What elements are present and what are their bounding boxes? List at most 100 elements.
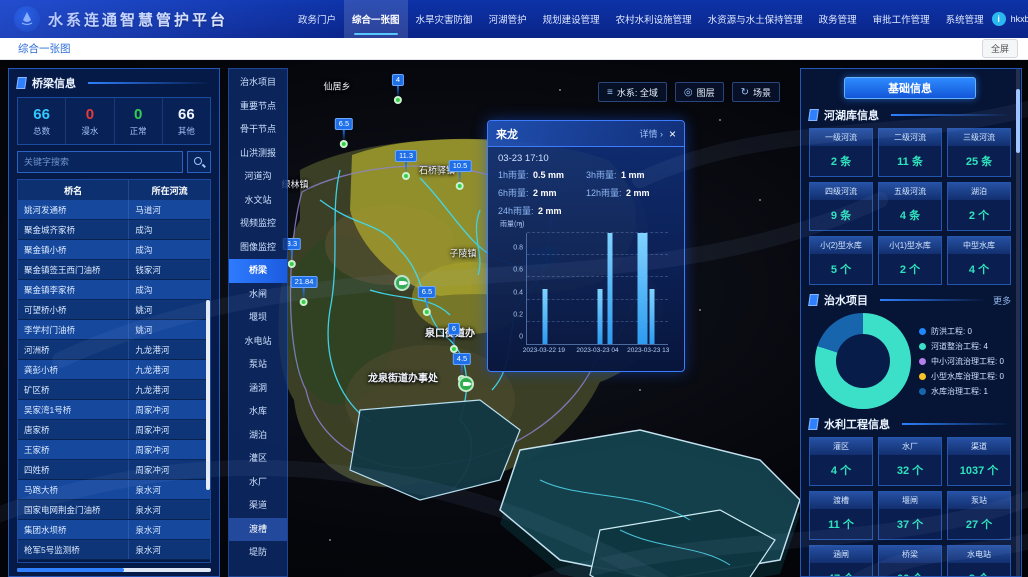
marker-pin-icon [402, 172, 410, 180]
camera-marker-icon[interactable] [458, 376, 474, 392]
cell-river-name: 九龙港河 [129, 360, 210, 379]
map-marker[interactable]: 11.3 [395, 150, 417, 180]
legend-item: 小型水库治理工程: 0 [919, 371, 1004, 382]
layer-item-11[interactable]: 堰坝 [229, 306, 287, 330]
table-row[interactable]: 吴家湾1号桥周家冲河 [18, 400, 210, 420]
nav-item-9[interactable]: 审批工作管理 [865, 0, 938, 38]
layer-item-20[interactable]: 渡槽 [229, 518, 287, 542]
nav-item-7[interactable]: 水资源与水土保持管理 [700, 0, 811, 38]
table-scrollbar[interactable] [206, 300, 210, 490]
layer-item-16[interactable]: 湖泊 [229, 424, 287, 448]
nav-item-8[interactable]: 政务管理 [811, 0, 865, 38]
stat-value: 0 [134, 106, 142, 123]
legend-dot-icon [919, 328, 926, 335]
nav-item-6[interactable]: 农村水利设施管理 [608, 0, 700, 38]
card-label: 中型水库 [948, 237, 1010, 254]
map-marker[interactable]: 6 [448, 323, 460, 353]
app-root: 水系连通智慧管护平台 政务门户综合一张图水旱灾害防御河湖管护规划建设管理农村水利… [0, 0, 1028, 577]
card-label: 堰闸 [879, 492, 941, 509]
layer-item-3[interactable]: 骨干节点 [229, 118, 287, 142]
nav-item-3[interactable]: 水旱灾害防御 [408, 0, 481, 38]
cell-bridge-name: 矿区桥 [18, 380, 129, 399]
table-row[interactable]: 聚金城齐家桥成沟 [18, 220, 210, 240]
table-row[interactable]: 枪军5号监测桥泉水河 [18, 540, 210, 560]
col-river-name: 所在河流 [129, 180, 210, 200]
nav-item-10[interactable]: 系统管理 [938, 0, 992, 38]
nav-item-2[interactable]: 综合一张图 [344, 0, 408, 38]
info-card: 堰闸37 个 [878, 491, 942, 540]
table-row[interactable]: 聚金镇李家桥成沟 [18, 280, 210, 300]
legend-item: 防洪工程: 0 [919, 326, 1004, 337]
cell-bridge-name: 聚金镇签王西门油桥 [18, 260, 129, 279]
layers-button[interactable]: ◎图层 [675, 82, 724, 102]
map-marker[interactable]: 21.84 [291, 276, 318, 306]
table-row[interactable]: 龚彭小桥九龙港河 [18, 360, 210, 380]
info-card: 水电站3 个 [947, 545, 1011, 577]
stat-label: 总数 [33, 125, 50, 137]
table-row[interactable]: 矿区桥九龙港河 [18, 380, 210, 400]
layer-item-2[interactable]: 重要节点 [229, 95, 287, 119]
projects-more-link[interactable]: 更多 [993, 294, 1011, 307]
nav-item-1[interactable]: 政务门户 [290, 0, 344, 38]
map-marker[interactable]: 10.5 [449, 160, 472, 190]
table-row[interactable]: 姚河发通桥马道河 [18, 200, 210, 220]
info-card: 水厂32 个 [878, 437, 942, 486]
layer-item-6[interactable]: 水文站 [229, 189, 287, 213]
section-marker-icon [808, 109, 819, 121]
scene-button[interactable]: ↻场景 [732, 82, 780, 102]
panel-scrollbar[interactable] [1016, 89, 1020, 153]
rain-bar [543, 289, 548, 345]
table-row[interactable]: 可望桥小桥姚河 [18, 300, 210, 320]
table-row[interactable]: 河洲桥九龙港河 [18, 340, 210, 360]
table-row[interactable]: 马跑大桥泉水河 [18, 480, 210, 500]
legend-label: 防洪工程: 0 [931, 326, 972, 337]
card-value: 1037 个 [948, 455, 1010, 485]
table-row[interactable]: 唐家桥周家冲河 [18, 420, 210, 440]
layer-item-5[interactable]: 河道沟 [229, 165, 287, 189]
search-button[interactable] [187, 151, 211, 173]
marker-pin-icon [394, 96, 402, 104]
info-card: 四级河流9 条 [809, 182, 873, 231]
layer-item-12[interactable]: 水电站 [229, 330, 287, 354]
breadcrumb[interactable]: 综合一张图 [18, 41, 71, 56]
table-row[interactable]: 李学村门油桥姚河 [18, 320, 210, 340]
water-system-filter[interactable]: ≡水系: 全域 [598, 82, 667, 102]
map-control-label: 水系: 全域 [617, 86, 658, 99]
basic-info-button[interactable]: 基础信息 [844, 77, 976, 99]
layer-item-13[interactable]: 泵站 [229, 353, 287, 377]
layer-item-10[interactable]: 水闸 [229, 283, 287, 307]
user-menu[interactable]: i hkxb42080201 ▼ [992, 12, 1028, 26]
bridge-search-row [17, 151, 211, 173]
nav-item-4[interactable]: 河湖管护 [481, 0, 535, 38]
layer-item-4[interactable]: 山洪测报 [229, 142, 287, 166]
table-row[interactable]: 王家桥周家冲河 [18, 440, 210, 460]
table-hscrollbar[interactable] [17, 568, 211, 572]
close-icon[interactable]: × [669, 128, 676, 140]
table-row[interactable]: 聚金镇签王西门油桥钱家河 [18, 260, 210, 280]
cell-bridge-name: 聚金城齐家桥 [18, 220, 129, 239]
cell-river-name: 周家冲河 [129, 400, 210, 419]
fullscreen-button[interactable]: 全屏 [982, 39, 1018, 58]
layer-item-15[interactable]: 水库 [229, 400, 287, 424]
map-marker[interactable]: 4 [392, 74, 404, 104]
layer-item-18[interactable]: 水厂 [229, 471, 287, 495]
layer-item-7[interactable]: 视频监控 [229, 212, 287, 236]
map-marker[interactable]: 6.5 [335, 118, 353, 148]
camera-marker-icon[interactable] [394, 275, 410, 291]
layer-item-21[interactable]: 堤防 [229, 541, 287, 565]
table-row[interactable]: 四姓桥周家冲河 [18, 460, 210, 480]
bridge-search-input[interactable] [17, 151, 183, 173]
nav-item-5[interactable]: 规划建设管理 [535, 0, 608, 38]
table-row[interactable]: 聚金镇小桥成沟 [18, 240, 210, 260]
popup-detail-link[interactable]: 详情 › [639, 127, 663, 140]
layer-item-1[interactable]: 治水项目 [229, 71, 287, 95]
layer-item-14[interactable]: 涵洞 [229, 377, 287, 401]
table-row[interactable]: 国家电网荆金门油桥泉水河 [18, 500, 210, 520]
info-card: 泵站27 个 [947, 491, 1011, 540]
layer-item-17[interactable]: 灌区 [229, 447, 287, 471]
map-marker[interactable]: 6.5 [418, 286, 436, 316]
layer-item-8[interactable]: 图像监控 [229, 236, 287, 260]
layer-item-9[interactable]: 桥梁 [229, 259, 287, 283]
layer-item-19[interactable]: 渠道 [229, 494, 287, 518]
table-row[interactable]: 集团水坝桥泉水河 [18, 520, 210, 540]
